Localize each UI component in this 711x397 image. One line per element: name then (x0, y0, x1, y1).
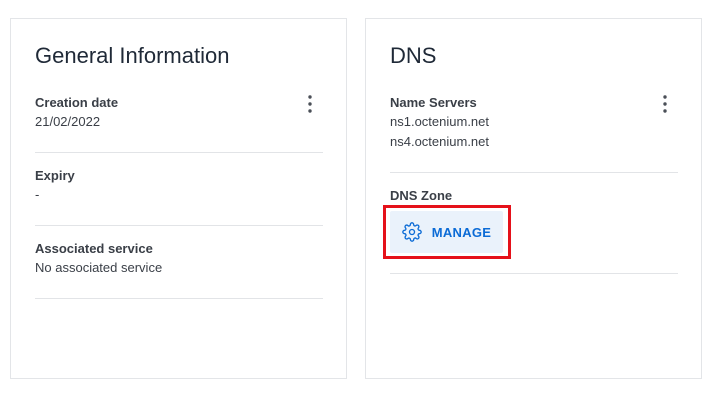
creation-date-label: Creation date (35, 95, 119, 110)
general-information-title: General Information (35, 43, 230, 68)
name-server-item: ns1.octenium.net (390, 114, 490, 129)
general-information-card: General Information Creation date 21/02/… (10, 18, 347, 379)
divider (35, 298, 323, 299)
general-menu-button[interactable] (302, 93, 318, 115)
expiry-value: - (35, 187, 40, 202)
divider (390, 172, 678, 173)
dns-title: DNS (390, 43, 437, 68)
vertical-ellipsis-icon (663, 95, 667, 113)
name-servers-field: Name Servers ns1.octenium.net ns4.octeni… (390, 94, 489, 152)
associated-service-label: Associated service (35, 241, 153, 256)
expiry-label: Expiry (35, 168, 75, 183)
vertical-ellipsis-icon (308, 95, 312, 113)
expiry-field: Expiry - (35, 167, 75, 205)
divider (390, 273, 678, 274)
manage-dns-zone-button[interactable]: MANAGE (390, 211, 503, 253)
associated-service-field: Associated service No associated service (35, 240, 162, 278)
manage-button-label: MANAGE (431, 224, 492, 240)
divider (35, 225, 323, 226)
dns-zone-field: DNS Zone (390, 187, 452, 205)
dns-card: DNS Name Servers ns1.octenium.net ns4.oc… (365, 18, 702, 379)
dns-zone-label: DNS Zone (390, 188, 453, 203)
creation-date-field: Creation date 21/02/2022 (35, 94, 118, 132)
associated-service-value: No associated service (35, 260, 163, 275)
creation-date-value: 21/02/2022 (35, 114, 101, 129)
divider (35, 152, 323, 153)
name-servers-label: Name Servers (390, 95, 477, 110)
name-server-item: ns4.octenium.net (390, 134, 490, 149)
dns-menu-button[interactable] (657, 93, 673, 115)
gear-icon (401, 222, 422, 242)
